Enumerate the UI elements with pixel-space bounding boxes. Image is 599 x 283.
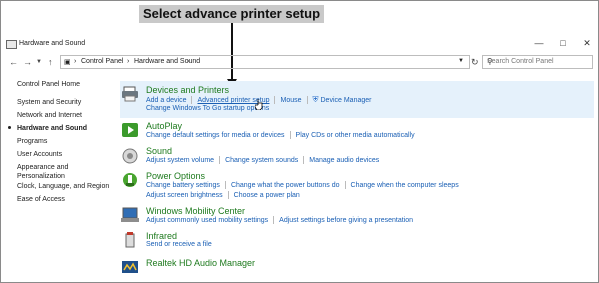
- refresh-icon[interactable]: ↻: [471, 57, 479, 68]
- category-title[interactable]: Infrared: [146, 231, 177, 241]
- mobility-center-icon: [121, 207, 139, 222]
- link-separator: [227, 191, 229, 199]
- link-separator: [289, 131, 291, 139]
- category-title[interactable]: Windows Mobility Center: [146, 206, 245, 216]
- link-separator: [273, 216, 275, 224]
- sidebar-item-label: Hardware and Sound: [17, 125, 88, 132]
- adjust-screen-brightness-link[interactable]: Adjust screen brightness: [146, 192, 223, 199]
- sidebar-item-control-panel-home[interactable]: Control Panel Home: [17, 81, 80, 88]
- close-icon[interactable]: ✕: [581, 38, 593, 49]
- speaker-icon: [122, 148, 138, 164]
- sidebar-item-system-and-security[interactable]: System and Security: [17, 99, 81, 106]
- admin-shield-icon: ⛨: [312, 95, 319, 104]
- task-links-row: Change default settings for media or dev…: [146, 131, 415, 139]
- address-bar[interactable]: ▣ › Control Panel › Hardware and Sound ›…: [60, 55, 470, 69]
- infrared-icon: [125, 232, 135, 248]
- task-links-row: Adjust screen brightness Choose a power p…: [146, 191, 300, 199]
- autoplay-icon: [122, 123, 138, 137]
- power-buttons-link[interactable]: Change what the power buttons do: [231, 182, 340, 189]
- back-icon[interactable]: ←: [9, 57, 18, 67]
- task-links-row: Change battery settings Change what the p…: [146, 181, 459, 189]
- realtek-audio-icon: [122, 261, 138, 273]
- current-item-bullet-icon: [8, 126, 11, 129]
- hand-cursor-icon: [255, 99, 263, 110]
- up-icon[interactable]: ↑: [48, 57, 53, 67]
- task-links-row: Send or receive a file: [146, 241, 212, 248]
- add-a-device-link[interactable]: Add a device: [146, 97, 186, 104]
- sidebar-item-network-and-internet[interactable]: Network and Internet: [17, 112, 82, 119]
- address-bar-row: ← → ▼ ↑ ▣ › Control Panel › Hardware and…: [1, 54, 597, 70]
- adjust-system-volume-link[interactable]: Adjust system volume: [146, 157, 214, 164]
- link-separator: [344, 181, 346, 189]
- adjust-mobility-settings-link[interactable]: Adjust commonly used mobility settings: [146, 217, 268, 224]
- task-links-row: Adjust commonly used mobility settings Ad…: [146, 216, 413, 224]
- category-title[interactable]: Devices and Printers: [146, 85, 229, 95]
- breadcrumb-separator-icon: ›: [127, 58, 130, 65]
- change-system-sounds-link[interactable]: Change system sounds: [225, 157, 298, 164]
- callout-arrow-shaft: [231, 23, 233, 81]
- sidebar-item-programs[interactable]: Programs: [17, 138, 47, 145]
- link-separator: [191, 96, 193, 105]
- category-title[interactable]: AutoPlay: [146, 121, 182, 131]
- recent-chevron-down-icon[interactable]: ▼: [36, 59, 42, 65]
- change-battery-settings-link[interactable]: Change battery settings: [146, 182, 220, 189]
- send-or-receive-file-link[interactable]: Send or receive a file: [146, 241, 212, 248]
- power-plug-icon: [123, 173, 137, 187]
- folder-icon: ▣: [64, 59, 71, 66]
- sidebar-item-user-accounts[interactable]: User Accounts: [17, 151, 62, 158]
- category-title[interactable]: Realtek HD Audio Manager: [146, 258, 255, 268]
- task-links-row: Adjust system volume Change system sounds…: [146, 156, 379, 164]
- change-windows-to-go-startup-options-link[interactable]: Change Windows To Go startup options: [146, 105, 269, 112]
- address-dropdown-icon[interactable]: ▼: [458, 58, 464, 64]
- mouse-link[interactable]: Mouse: [280, 97, 301, 104]
- breadcrumb-hardware-and-sound[interactable]: Hardware and Sound: [134, 58, 200, 65]
- link-separator: [224, 181, 226, 189]
- choose-power-plan-link[interactable]: Choose a power plan: [234, 192, 300, 199]
- sidebar-item-hardware-and-sound[interactable]: Hardware and Sound: [8, 125, 88, 132]
- sidebar-item-appearance-and-personalization[interactable]: Appearance and Personalization: [17, 163, 112, 181]
- sidebar-item-clock-language-region[interactable]: Clock, Language, and Region: [17, 183, 109, 190]
- change-default-settings-link[interactable]: Change default settings for media or dev…: [146, 132, 285, 139]
- link-separator: [219, 156, 221, 164]
- breadcrumb-separator-icon: ›: [187, 58, 190, 65]
- link-separator: [303, 156, 305, 164]
- minimize-icon[interactable]: —: [533, 38, 545, 48]
- maximize-icon[interactable]: □: [557, 38, 569, 48]
- category-title[interactable]: Power Options: [146, 171, 205, 181]
- instruction-callout: Select advance printer setup: [139, 5, 325, 23]
- search-icon[interactable]: ⚲: [487, 57, 589, 66]
- title-bar: Hardware and Sound — □ ✕: [1, 37, 597, 52]
- task-links-row: Change Windows To Go startup options: [146, 105, 269, 112]
- sidebar-item-ease-of-access[interactable]: Ease of Access: [17, 196, 65, 203]
- search-input[interactable]: Search Control Panel ⚲: [482, 55, 593, 69]
- breadcrumb-separator-icon: ›: [74, 58, 77, 65]
- computer-sleeps-link[interactable]: Change when the computer sleeps: [351, 182, 459, 189]
- device-manager-link[interactable]: Device Manager: [321, 97, 372, 104]
- play-cds-automatically-link[interactable]: Play CDs or other media automatically: [296, 132, 415, 139]
- window-title: Hardware and Sound: [19, 40, 86, 47]
- manage-audio-devices-link[interactable]: Manage audio devices: [309, 157, 379, 164]
- category-title[interactable]: Sound: [146, 146, 172, 156]
- presentation-settings-link[interactable]: Adjust settings before giving a presenta…: [279, 217, 413, 224]
- forward-icon[interactable]: →: [23, 57, 32, 67]
- link-separator: [306, 96, 308, 105]
- link-separator: [274, 96, 276, 105]
- breadcrumb-control-panel[interactable]: Control Panel: [81, 58, 123, 65]
- control-panel-icon: [6, 40, 17, 49]
- printer-icon: [122, 86, 138, 102]
